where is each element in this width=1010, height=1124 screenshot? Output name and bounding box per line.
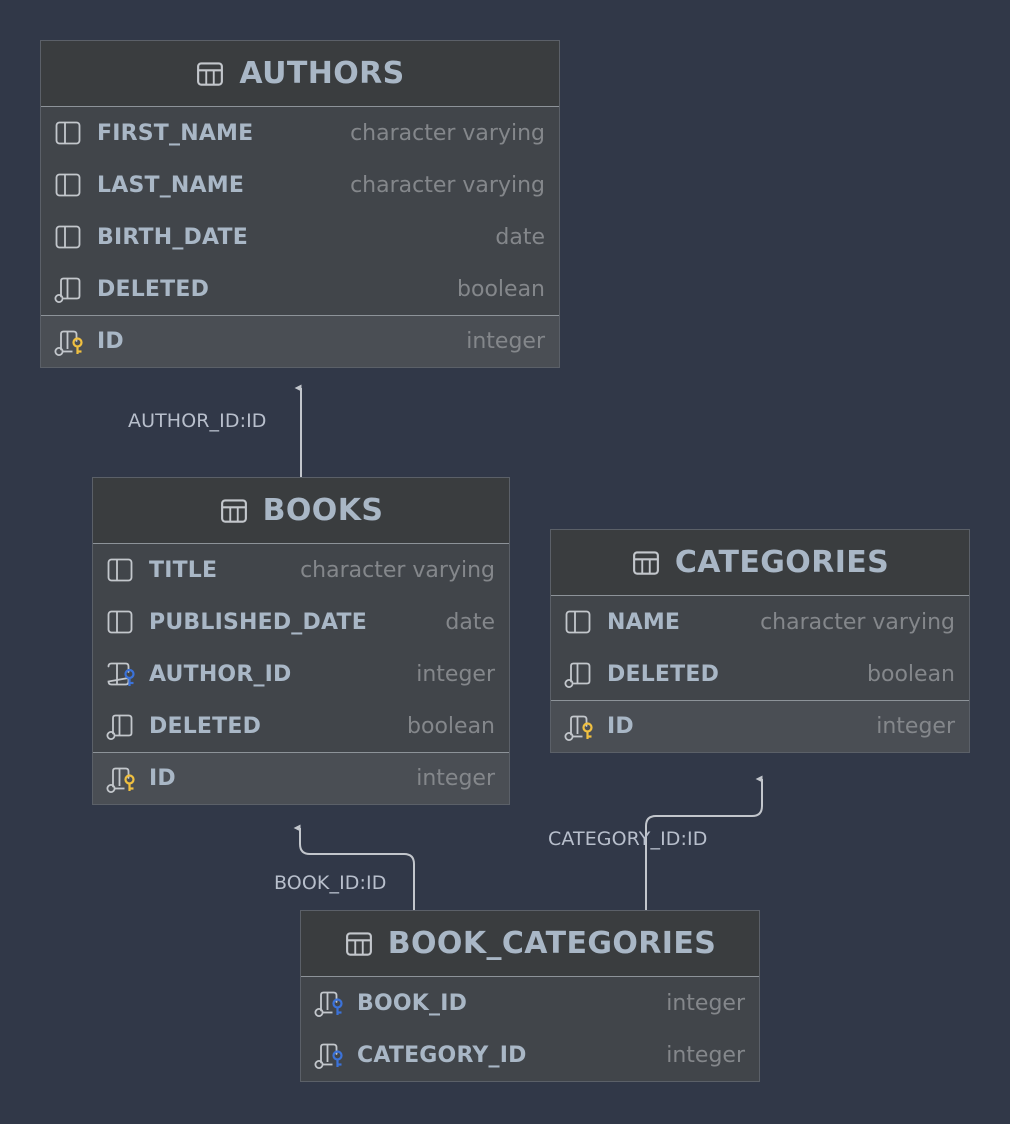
column-type: integer — [402, 662, 495, 687]
column-icon — [105, 607, 139, 637]
table-row[interactable]: ID integer — [551, 700, 969, 752]
primary-key-column-icon — [105, 764, 139, 794]
table-row[interactable]: FIRST_NAME character varying — [41, 107, 559, 159]
table-row[interactable]: BIRTH_DATE date — [41, 211, 559, 263]
column-icon — [53, 170, 87, 200]
table-card-authors[interactable]: AUTHORS FIRST_NAME character varying LAS… — [40, 40, 560, 368]
table-header-categories[interactable]: CATEGORIES — [551, 530, 969, 596]
column-type: character varying — [286, 558, 495, 583]
table-row[interactable]: PUBLISHED_DATE date — [93, 596, 509, 648]
table-row[interactable]: BOOK_ID integer — [301, 977, 759, 1029]
table-title-book-categories: BOOK_CATEGORIES — [388, 929, 716, 959]
table-card-categories[interactable]: CATEGORIES NAME character varying DELETE… — [550, 529, 970, 753]
column-type: integer — [452, 329, 545, 354]
column-name: ID — [149, 766, 176, 791]
column-name: DELETED — [149, 714, 261, 739]
column-type: integer — [402, 766, 495, 791]
table-header-authors[interactable]: AUTHORS — [41, 41, 559, 107]
table-row[interactable]: ID integer — [93, 752, 509, 804]
table-row[interactable]: CATEGORY_ID integer — [301, 1029, 759, 1081]
table-card-book-categories[interactable]: BOOK_CATEGORIES BOOK_ID integer — [300, 910, 760, 1082]
column-icon — [53, 118, 87, 148]
table-title-authors: AUTHORS — [239, 59, 404, 89]
column-name: ID — [607, 714, 634, 739]
table-icon — [344, 929, 374, 959]
column-icon — [53, 222, 87, 252]
column-type: boolean — [443, 277, 545, 302]
column-name: TITLE — [149, 558, 217, 583]
column-name: PUBLISHED_DATE — [149, 610, 367, 635]
table-row[interactable]: TITLE character varying — [93, 544, 509, 596]
table-row[interactable]: NAME character varying — [551, 596, 969, 648]
column-name: DELETED — [97, 277, 209, 302]
column-type: character varying — [336, 173, 545, 198]
table-icon — [195, 59, 225, 89]
column-name: AUTHOR_ID — [149, 662, 292, 687]
column-type: character varying — [746, 610, 955, 635]
column-type: date — [431, 610, 495, 635]
table-title-books: BOOKS — [263, 496, 384, 526]
table-row[interactable]: LAST_NAME character varying — [41, 159, 559, 211]
table-header-books[interactable]: BOOKS — [93, 478, 509, 544]
column-name: FIRST_NAME — [97, 121, 253, 146]
table-row[interactable]: AUTHOR_ID integer — [93, 648, 509, 700]
column-type: character varying — [336, 121, 545, 146]
table-row[interactable]: DELETED boolean — [551, 648, 969, 700]
column-type: integer — [862, 714, 955, 739]
foreign-key-nullable-icon — [313, 1040, 347, 1070]
column-name: LAST_NAME — [97, 173, 244, 198]
nullable-column-icon — [105, 711, 139, 741]
column-icon — [563, 607, 597, 637]
column-name: NAME — [607, 610, 680, 635]
primary-key-column-icon — [53, 327, 87, 357]
table-row[interactable]: ID integer — [41, 315, 559, 367]
column-type: boolean — [853, 662, 955, 687]
table-card-books[interactable]: BOOKS TITLE character varying PUBLISHED_… — [92, 477, 510, 805]
column-name: BOOK_ID — [357, 991, 467, 1016]
foreign-key-nullable-icon — [313, 988, 347, 1018]
edge-label-category-id: CATEGORY_ID:ID — [548, 828, 707, 850]
table-title-categories: CATEGORIES — [675, 548, 889, 578]
foreign-key-column-icon — [105, 659, 139, 689]
column-name: DELETED — [607, 662, 719, 687]
column-type: integer — [652, 1043, 745, 1068]
edge-label-author-id: AUTHOR_ID:ID — [128, 410, 267, 432]
nullable-column-icon — [53, 274, 87, 304]
column-name: CATEGORY_ID — [357, 1043, 527, 1068]
column-icon — [105, 555, 139, 585]
nullable-column-icon — [563, 659, 597, 689]
column-name: ID — [97, 329, 124, 354]
table-row[interactable]: DELETED boolean — [41, 263, 559, 315]
table-header-book-categories[interactable]: BOOK_CATEGORIES — [301, 911, 759, 977]
primary-key-column-icon — [563, 712, 597, 742]
column-type: integer — [652, 991, 745, 1016]
table-icon — [219, 496, 249, 526]
table-icon — [631, 548, 661, 578]
er-diagram-canvas[interactable]: AUTHOR_ID:ID BOOK_ID:ID CATEGORY_ID:ID A… — [0, 0, 1010, 1124]
edge-label-book-id: BOOK_ID:ID — [274, 872, 386, 894]
edge-bookcategories-books — [300, 828, 414, 910]
column-name: BIRTH_DATE — [97, 225, 248, 250]
column-type: boolean — [393, 714, 495, 739]
table-row[interactable]: DELETED boolean — [93, 700, 509, 752]
column-type: date — [481, 225, 545, 250]
